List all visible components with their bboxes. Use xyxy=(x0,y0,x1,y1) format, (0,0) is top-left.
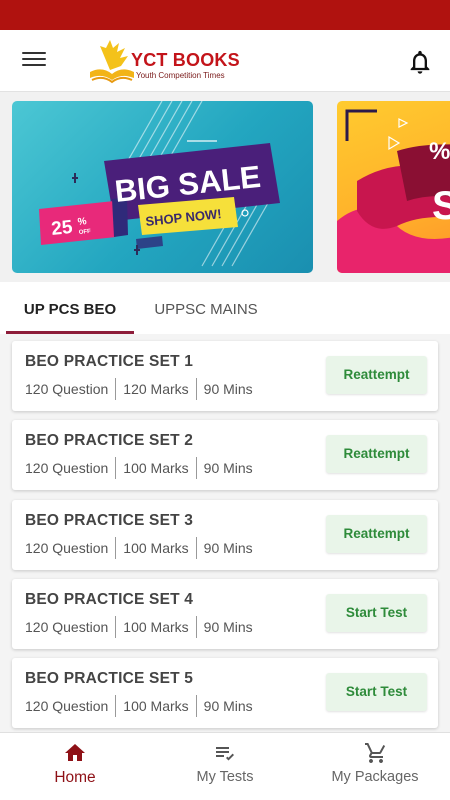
meta-divider xyxy=(195,695,197,717)
nav-my-tests-label: My Tests xyxy=(196,769,254,785)
nav-my-packages-label: My Packages xyxy=(331,769,419,785)
marks: 100 Marks xyxy=(123,619,189,635)
big-sale-banner[interactable]: BIG SALE 25 % OFF SHOP NOW! xyxy=(12,101,313,273)
reattempt-button[interactable]: Reattempt xyxy=(326,435,427,473)
banner-2-badge: % xyxy=(429,138,450,165)
meta-divider xyxy=(195,537,197,559)
question-count: 120 Question xyxy=(25,698,109,714)
meta-divider xyxy=(195,616,197,638)
sale-banner-artwork: % SA xyxy=(337,109,450,273)
duration: 90 Mins xyxy=(203,540,253,556)
test-title: BEO PRACTICE SET 1 xyxy=(25,353,194,370)
meta-divider xyxy=(195,457,197,479)
question-count: 120 Question xyxy=(25,460,109,476)
tab-uppsc-mains[interactable]: UPPSC MAINS xyxy=(134,282,278,334)
banner-2-title: SA xyxy=(432,184,450,228)
test-list[interactable]: BEO PRACTICE SET 1 120 Question 120 Mark… xyxy=(0,334,450,732)
test-title: BEO PRACTICE SET 2 xyxy=(25,432,194,449)
test-title: BEO PRACTICE SET 5 xyxy=(25,670,194,687)
test-meta: 120 Question 100 Marks 90 Mins xyxy=(25,537,253,559)
nav-my-packages[interactable]: My Packages xyxy=(300,733,450,800)
brand-name: YCT BOOKS xyxy=(131,50,240,70)
status-bar xyxy=(0,0,450,30)
banner-discount-off: OFF xyxy=(79,229,92,236)
test-card-5[interactable]: BEO PRACTICE SET 5 120 Question 100 Mark… xyxy=(12,658,438,728)
hamburger-menu-icon[interactable] xyxy=(20,48,50,74)
banner-discount-value: 25 xyxy=(50,217,74,240)
duration: 90 Mins xyxy=(203,698,253,714)
cart-icon xyxy=(365,743,386,763)
meta-divider xyxy=(115,378,117,400)
category-tabs: UP PCS BEO UPPSC MAINS xyxy=(0,282,450,334)
start-test-button[interactable]: Start Test xyxy=(326,673,427,711)
tab-up-pcs-beo[interactable]: UP PCS BEO xyxy=(6,282,134,334)
test-card-4[interactable]: BEO PRACTICE SET 4 120 Question 100 Mark… xyxy=(12,579,438,649)
promo-carousel[interactable]: BIG SALE 25 % OFF SHOP NOW! % SA xyxy=(0,92,450,282)
duration: 90 Mins xyxy=(203,381,253,397)
nav-home[interactable]: Home xyxy=(0,733,150,800)
meta-divider xyxy=(115,695,117,717)
bottom-navigation: Home My Tests My Packages xyxy=(0,732,450,800)
bell-icon[interactable] xyxy=(406,48,434,76)
question-count: 120 Question xyxy=(25,381,109,397)
test-title: BEO PRACTICE SET 3 xyxy=(25,512,194,529)
checklist-icon xyxy=(216,747,234,761)
meta-divider xyxy=(115,616,117,638)
marks: 100 Marks xyxy=(123,460,189,476)
brand-tagline: Youth Competition Times xyxy=(136,71,225,80)
marks: 100 Marks xyxy=(123,698,189,714)
test-card-1[interactable]: BEO PRACTICE SET 1 120 Question 120 Mark… xyxy=(12,341,438,411)
big-sale-artwork: BIG SALE 25 % OFF SHOP NOW! xyxy=(39,101,280,267)
duration: 90 Mins xyxy=(203,460,253,476)
test-title: BEO PRACTICE SET 4 xyxy=(25,591,194,608)
brand-logo: YCT BOOKS Youth Competition Times xyxy=(88,36,240,88)
duration: 90 Mins xyxy=(203,619,253,635)
reattempt-button[interactable]: Reattempt xyxy=(326,515,427,553)
sale-banner-2[interactable]: % SA xyxy=(337,101,450,273)
question-count: 120 Question xyxy=(25,619,109,635)
meta-divider xyxy=(115,537,117,559)
nav-home-label: Home xyxy=(54,769,96,786)
test-card-3[interactable]: BEO PRACTICE SET 3 120 Question 100 Mark… xyxy=(12,500,438,570)
banner-discount-unit: % xyxy=(77,216,87,228)
meta-divider xyxy=(195,378,197,400)
test-meta: 120 Question 100 Marks 90 Mins xyxy=(25,457,253,479)
start-test-button[interactable]: Start Test xyxy=(326,594,427,632)
reattempt-button[interactable]: Reattempt xyxy=(326,356,427,394)
test-meta: 120 Question 120 Marks 90 Mins xyxy=(25,378,253,400)
marks: 120 Marks xyxy=(123,381,189,397)
test-card-2[interactable]: BEO PRACTICE SET 2 120 Question 100 Mark… xyxy=(12,420,438,490)
test-meta: 120 Question 100 Marks 90 Mins xyxy=(25,695,253,717)
question-count: 120 Question xyxy=(25,540,109,556)
nav-my-tests[interactable]: My Tests xyxy=(150,733,300,800)
book-logo-icon xyxy=(90,40,134,84)
meta-divider xyxy=(115,457,117,479)
marks: 100 Marks xyxy=(123,540,189,556)
app-header: YCT BOOKS Youth Competition Times xyxy=(0,30,450,92)
test-meta: 120 Question 100 Marks 90 Mins xyxy=(25,616,253,638)
home-icon xyxy=(65,744,85,761)
